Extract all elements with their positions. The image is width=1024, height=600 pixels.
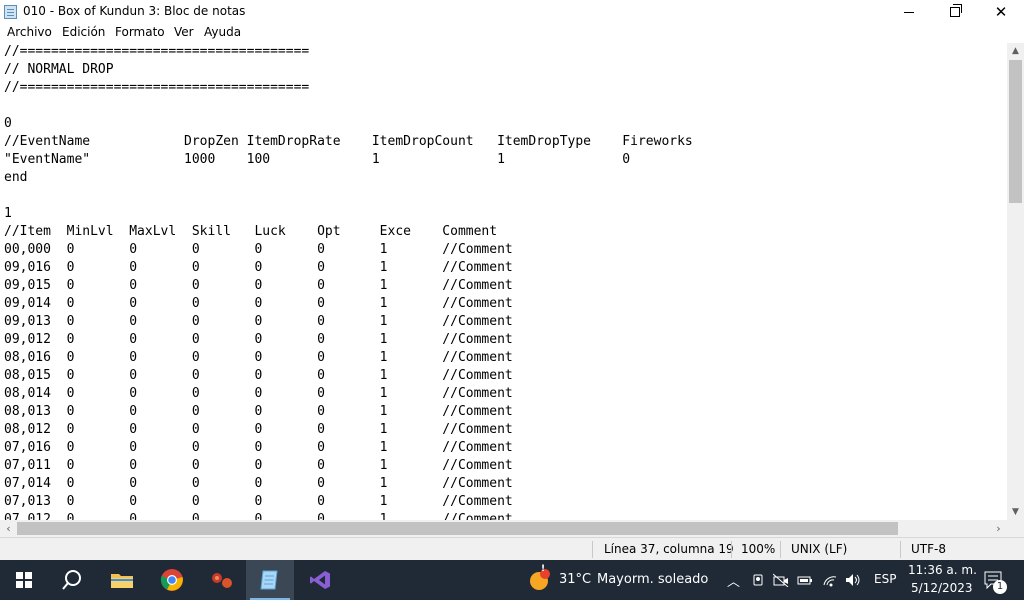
text-line: 07,013 0 0 0 0 0 1 //Comment — [4, 494, 513, 509]
vertical-scrollbar[interactable]: ▲ ▼ — [1007, 43, 1024, 520]
scroll-up-icon[interactable]: ▲ — [1007, 46, 1024, 56]
cursor-position: Línea 37, columna 19 — [604, 542, 734, 556]
line-ending: UNIX (LF) — [791, 542, 848, 556]
start-button[interactable] — [0, 560, 48, 600]
search-button[interactable] — [48, 560, 96, 600]
text-line: 08,015 0 0 0 0 0 1 //Comment — [4, 368, 513, 383]
text-line: 07,016 0 0 0 0 0 1 //Comment — [4, 440, 513, 455]
title-bar[interactable]: 010 - Box of Kundun 3: Bloc de notas ✕ — [0, 0, 1024, 24]
app-button[interactable] — [198, 560, 246, 600]
text-line: //EventName DropZen ItemDropRate ItemDro… — [4, 134, 693, 149]
text-line: 08,012 0 0 0 0 0 1 //Comment — [4, 422, 513, 437]
weather-temperature[interactable]: 31°C — [559, 572, 591, 587]
search-icon — [62, 570, 81, 590]
visual-studio-icon — [310, 571, 330, 589]
folder-icon — [111, 574, 133, 588]
scroll-right-icon[interactable]: › — [990, 522, 1007, 535]
weather-badge: ! — [541, 564, 546, 574]
menu-ayuda[interactable]: Ayuda — [204, 25, 241, 39]
battery-icon[interactable] — [797, 573, 813, 587]
volume-icon[interactable] — [845, 573, 861, 587]
text-line: "EventName" 1000 100 1 1 0 — [4, 152, 631, 167]
text-line: 07,012 0 0 0 0 0 1 //Comment — [4, 512, 513, 520]
notepad-taskbar-icon — [260, 570, 278, 590]
weather-sun-icon[interactable] — [528, 568, 552, 592]
text-line: //Item MinLvl MaxLvl Skill Luck Opt Exce… — [4, 224, 498, 239]
status-separator — [900, 541, 901, 558]
notepad-icon — [4, 5, 17, 19]
text-line: //===================================== — [4, 44, 310, 59]
status-separator — [780, 541, 781, 558]
visual-studio-button[interactable] — [296, 560, 344, 600]
notepad-taskbar-button[interactable] — [246, 560, 294, 600]
horizontal-scroll-thumb[interactable] — [17, 522, 898, 535]
chevron-up-icon[interactable]: ︿ — [727, 571, 740, 590]
text-line: end — [4, 170, 28, 185]
text-line: 09,014 0 0 0 0 0 1 //Comment — [4, 296, 513, 311]
close-button[interactable]: ✕ — [978, 0, 1024, 24]
text-line: 08,013 0 0 0 0 0 1 //Comment — [4, 404, 513, 419]
scroll-left-icon[interactable]: ‹ — [0, 522, 17, 535]
text-line: 07,014 0 0 0 0 0 1 //Comment — [4, 476, 513, 491]
text-line: 09,015 0 0 0 0 0 1 //Comment — [4, 278, 513, 293]
clock-date[interactable]: 5/12/2023 — [911, 581, 973, 595]
menu-ver[interactable]: Ver — [174, 25, 194, 39]
app-red-icon — [212, 573, 232, 588]
chrome-button[interactable] — [148, 560, 196, 600]
text-line: 09,013 0 0 0 0 0 1 //Comment — [4, 314, 513, 329]
notification-count-badge: 1 — [993, 580, 1007, 594]
text-line: //===================================== — [4, 80, 310, 95]
horizontal-scrollbar[interactable]: ‹ › — [0, 520, 1007, 537]
close-icon: ✕ — [994, 3, 1008, 21]
minimize-button[interactable] — [886, 0, 932, 24]
file-explorer-button[interactable] — [98, 560, 146, 600]
encoding: UTF-8 — [911, 542, 946, 556]
status-separator — [731, 541, 732, 558]
text-line: 08,016 0 0 0 0 0 1 //Comment — [4, 350, 513, 365]
text-editor[interactable]: //===================================== … — [0, 43, 1007, 520]
menu-formato[interactable]: Formato — [115, 25, 165, 39]
camera-off-icon[interactable] — [773, 573, 789, 587]
minimize-icon — [904, 11, 914, 13]
status-separator — [592, 541, 593, 558]
wifi-icon[interactable] — [822, 573, 838, 587]
text-line: 07,011 0 0 0 0 0 1 //Comment — [4, 458, 513, 473]
scroll-down-icon[interactable]: ▼ — [1007, 507, 1024, 517]
menu-edicion[interactable]: Edición — [62, 25, 105, 39]
text-line: // NORMAL DROP — [4, 62, 114, 77]
text-line: 0 — [4, 116, 12, 131]
status-bar: Línea 37, columna 19 100% UNIX (LF) UTF-… — [0, 537, 1024, 560]
meet-now-icon[interactable] — [751, 573, 765, 587]
clock-time[interactable]: 11:36 a. m. — [908, 563, 977, 577]
windows-icon — [16, 572, 32, 588]
text-line: 00,000 0 0 0 0 0 1 //Comment — [4, 242, 513, 257]
restore-icon — [950, 4, 962, 17]
text-line: 08,014 0 0 0 0 0 1 //Comment — [4, 386, 513, 401]
maximize-button[interactable] — [932, 0, 978, 24]
scrollbar-corner — [1007, 520, 1024, 537]
text-line: 1 — [4, 206, 12, 221]
chrome-icon — [160, 569, 183, 591]
text-line: 09,012 0 0 0 0 0 1 //Comment — [4, 332, 513, 347]
menu-archivo[interactable]: Archivo — [7, 25, 52, 39]
language-indicator[interactable]: ESP — [874, 572, 896, 586]
weather-description[interactable]: Mayorm. soleado — [597, 572, 708, 587]
zoom-level: 100% — [741, 542, 776, 556]
text-line: 09,016 0 0 0 0 0 1 //Comment — [4, 260, 513, 275]
window-title: 010 - Box of Kundun 3: Bloc de notas — [23, 4, 246, 18]
taskbar: ! 31°C Mayorm. soleado ︿ ESP 11:36 a. m.… — [0, 560, 1024, 600]
vertical-scroll-thumb[interactable] — [1009, 60, 1022, 203]
menu-bar: Archivo Edición Formato Ver Ayuda — [0, 24, 1024, 43]
